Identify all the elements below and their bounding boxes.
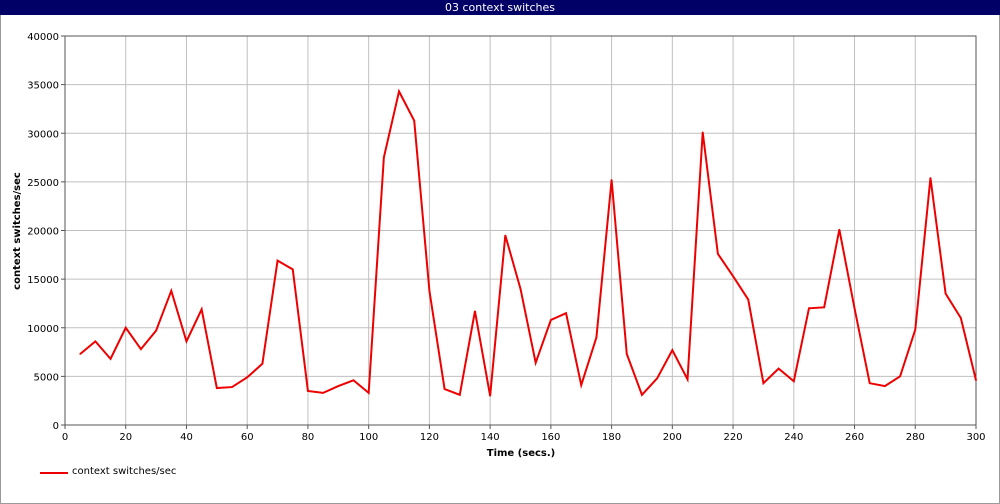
- x-tick-label: 260: [845, 432, 864, 443]
- data-point: [489, 395, 491, 397]
- x-axis: 0 20 40 60 80 100 120 140 160 180 200 220 240 260 280 3…: [62, 425, 986, 443]
- series-layer: [79, 88, 977, 397]
- data-point: [519, 288, 522, 290]
- data-point: [793, 380, 795, 383]
- x-tick-label: 60: [241, 432, 254, 443]
- data-point: [398, 90, 400, 93]
- y-tick-label: 15000: [27, 275, 59, 286]
- x-tick-label: 220: [724, 432, 743, 443]
- x-tick-label: 0: [62, 432, 68, 443]
- data-point: [94, 340, 97, 343]
- data-point: [140, 348, 142, 350]
- legend-label: context switches/sec: [72, 466, 177, 477]
- y-tick-label: 10000: [27, 324, 59, 335]
- x-tick-label: 300: [966, 432, 985, 443]
- x-tick-label: 160: [541, 432, 560, 443]
- data-point: [884, 385, 886, 387]
- line-chart: 0 20 40 60 80 100 120 140 160 180 200 220 240 260 280 3…: [12, 32, 986, 459]
- data-point: [686, 378, 689, 381]
- y-tick-label: 5000: [34, 372, 59, 383]
- data-point: [975, 379, 977, 382]
- y-axis-label: context switches/sec: [12, 172, 23, 290]
- y-tick-label: 25000: [27, 178, 59, 189]
- data-point: [610, 179, 613, 181]
- data-point: [276, 259, 279, 262]
- data-point: [853, 307, 856, 310]
- y-axis: 0 5000 10000 15000 20000 25000 30000 35000 40000: [27, 32, 65, 432]
- x-tick-label: 200: [663, 432, 682, 443]
- data-point: [413, 119, 416, 122]
- data-point: [762, 382, 765, 384]
- y-tick-label: 30000: [27, 129, 59, 140]
- data-point: [944, 292, 947, 295]
- data-point: [79, 353, 81, 355]
- data-point: [291, 268, 294, 271]
- data-point: [580, 384, 583, 386]
- data-point: [216, 387, 218, 389]
- x-tick-label: 140: [481, 432, 500, 443]
- data-point: [231, 386, 233, 388]
- data-point: [155, 329, 157, 332]
- data-point: [504, 234, 507, 237]
- data-point: [367, 392, 370, 394]
- data-point: [641, 394, 643, 396]
- x-axis-label: Time (secs.): [487, 448, 556, 459]
- data-point: [747, 298, 750, 301]
- data-point: [838, 228, 841, 231]
- legend-swatch: [40, 472, 68, 474]
- x-tick-label: 180: [602, 432, 621, 443]
- y-tick-label: 35000: [27, 81, 59, 92]
- y-tick-label: 40000: [27, 32, 59, 43]
- x-tick-label: 120: [420, 432, 439, 443]
- data-point: [671, 349, 674, 351]
- data-point: [899, 375, 901, 378]
- x-tick-label: 80: [302, 432, 315, 443]
- series-line: [79, 88, 977, 397]
- x-tick-label: 240: [784, 432, 803, 443]
- x-tick-label: 100: [359, 432, 378, 443]
- y-tick-label: 20000: [27, 227, 59, 238]
- data-point: [717, 253, 719, 255]
- data-point: [443, 388, 446, 390]
- data-point: [246, 376, 248, 379]
- data-point: [124, 326, 127, 329]
- data-point: [185, 340, 188, 343]
- x-tick-label: 40: [180, 432, 193, 443]
- data-point: [868, 382, 871, 384]
- data-point: [625, 353, 628, 355]
- y-tick-label: 0: [53, 421, 59, 432]
- data-point: [337, 385, 340, 387]
- data-point: [914, 328, 917, 331]
- data-point: [823, 306, 825, 309]
- data-point: [352, 379, 355, 382]
- data-point: [656, 377, 658, 380]
- data-point: [261, 362, 264, 365]
- data-point: [322, 392, 324, 394]
- data-point: [550, 319, 552, 321]
- data-point: [732, 275, 734, 278]
- data-point: [458, 394, 461, 396]
- data-point: [565, 312, 567, 314]
- data-point: [474, 310, 476, 313]
- data-point: [109, 358, 112, 360]
- data-point: [808, 307, 810, 310]
- data-point: [307, 390, 309, 392]
- data-point: [595, 336, 598, 339]
- data-point: [777, 367, 780, 370]
- x-tick-label: 280: [906, 432, 925, 443]
- data-point: [170, 289, 173, 292]
- data-point: [960, 317, 962, 319]
- data-point: [200, 308, 203, 311]
- x-tick-label: 20: [119, 432, 132, 443]
- data-point: [383, 156, 385, 159]
- data-point: [701, 131, 704, 134]
- data-point: [929, 177, 932, 179]
- data-point: [534, 361, 537, 364]
- data-point: [428, 289, 431, 292]
